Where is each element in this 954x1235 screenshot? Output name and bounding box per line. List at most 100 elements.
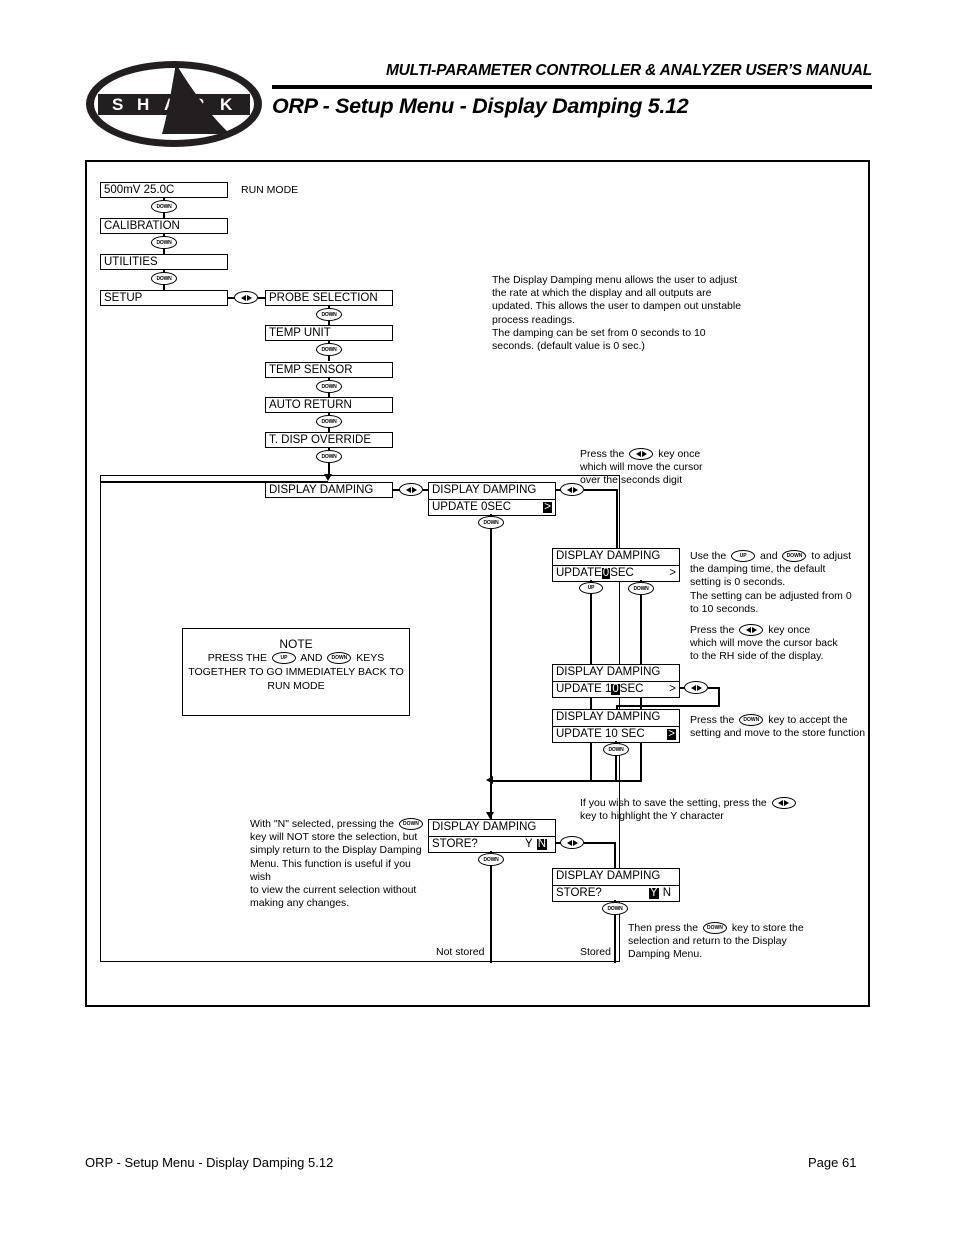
down-key-icon: DOWN <box>316 308 342 321</box>
instruction-press-down-accept: Press the DOWN key to accept the setting… <box>690 714 880 740</box>
text: Then press the <box>628 922 699 934</box>
menu-setup[interactable]: SETUP <box>100 290 228 306</box>
down-key-icon: DOWN <box>316 343 342 356</box>
down-key-icon: DOWN <box>739 714 764 727</box>
lcd-screen-6[interactable]: DISPLAY DAMPING STORE? Y N <box>552 868 680 902</box>
down-key-icon: DOWN <box>602 902 628 915</box>
lcd-line2: UPDATE 1 0 SEC > <box>553 681 679 697</box>
text: to 10 seconds. <box>690 602 759 615</box>
arrow-head <box>324 474 332 481</box>
label-not-stored: Not stored <box>436 946 485 958</box>
down-key-icon: DOWN <box>603 743 629 756</box>
text: Damping Menu. <box>628 948 703 961</box>
text: key once <box>658 448 701 460</box>
lcd-store-text: STORE? <box>432 837 478 850</box>
text: key will NOT store the selection, but <box>250 831 418 844</box>
connector <box>614 842 616 868</box>
lcd-screen-4[interactable]: DISPLAY DAMPING UPDATE 10 SEC > <box>552 709 680 743</box>
note-title: NOTE <box>279 637 313 651</box>
instruction-then-press-down: Then press the DOWN key to store the sel… <box>628 922 828 962</box>
menu-temp-sensor[interactable]: TEMP SENSOR <box>265 362 393 378</box>
lcd-title: DISPLAY DAMPING <box>556 666 661 679</box>
text: The setting can be adjusted from 0 <box>690 589 852 602</box>
lcd-unit: SEC <box>610 566 634 579</box>
text: PRESS THE <box>207 652 268 664</box>
lcd-cursor: > <box>667 727 676 741</box>
text: over the seconds digit <box>580 474 683 487</box>
lcd-cursor: > <box>669 566 676 579</box>
lcd-screen-5[interactable]: DISPLAY DAMPING STORE? Y N <box>428 819 556 853</box>
lcd-line2: STORE? Y N <box>429 836 555 852</box>
lcd-title: DISPLAY DAMPING <box>556 870 661 883</box>
note-line2: TOGETHER TO GO IMMEDIATELY BACK TO <box>188 666 404 678</box>
lcd-title: DISPLAY DAMPING <box>432 484 537 497</box>
lcd-cursor: > <box>669 682 676 695</box>
note-line3: RUN MODE <box>267 680 325 692</box>
up-key-icon: UP <box>271 652 296 665</box>
lcd-line2: STORE? Y N <box>553 885 679 901</box>
lcd-digit: 0 <box>611 682 620 696</box>
connector <box>492 780 642 782</box>
lcd-screen-3[interactable]: DISPLAY DAMPING UPDATE 1 0 SEC > <box>552 664 680 698</box>
note-line1: PRESS THE UP AND DOWN KEYS <box>183 651 409 665</box>
lcd-title: DISPLAY DAMPING <box>432 821 537 834</box>
up-key-icon: UP <box>579 582 603 594</box>
text: setting is 0 seconds. <box>690 576 786 589</box>
instruction-press-lr-1: Press the key once which will move the c… <box>580 448 810 488</box>
lcd-yes: Y <box>649 886 659 900</box>
up-key-icon: UP <box>731 550 756 563</box>
menu-display-damping[interactable]: DISPLAY DAMPING <box>265 482 393 498</box>
text: to view the current selection without <box>250 884 417 897</box>
menu-utilities[interactable]: UTILITIES <box>100 254 228 270</box>
connector <box>584 842 616 844</box>
lcd-unit: SEC <box>619 682 644 695</box>
menu-auto-return[interactable]: AUTO RETURN <box>265 397 393 413</box>
down-key-icon: DOWN <box>478 516 504 529</box>
page-title: ORP - Setup Menu - Display Damping 5.12 <box>272 94 689 118</box>
text: to the RH side of the display. <box>690 650 824 663</box>
arrow-head <box>486 776 493 784</box>
text: With "N" selected, pressing the <box>250 818 395 830</box>
text: key to accept the <box>768 714 848 726</box>
intro-description: The Display Damping menu allows the user… <box>492 274 742 353</box>
lcd-store-text: STORE? <box>556 886 602 899</box>
connector <box>718 687 720 707</box>
menu-probe-selection[interactable]: PROBE SELECTION <box>265 290 393 306</box>
text: If you wish to save the setting, press t… <box>580 797 767 809</box>
manual-title: MULTI-PARAMETER CONTROLLER & ANALYZER US… <box>385 62 872 79</box>
text: which will move the cursor back <box>690 637 838 650</box>
text: key to store the <box>731 922 804 934</box>
down-key-icon: DOWN <box>316 380 342 393</box>
text: which will move the cursor <box>580 461 703 474</box>
text: setting and move to the store function <box>690 727 866 740</box>
lcd-screen-1[interactable]: DISPLAY DAMPING UPDATE 0SEC > <box>428 482 556 516</box>
down-key-icon: DOWN <box>316 450 342 463</box>
header-rule <box>272 85 872 89</box>
text: simply return to the Display Damping <box>250 844 422 857</box>
menu-temp-unit[interactable]: TEMP UNIT <box>265 325 393 341</box>
text: Press the <box>580 448 625 460</box>
lcd-update-text: UPDATE 10 SEC <box>556 727 645 740</box>
svg-text:S: S <box>112 95 123 114</box>
lcd-title: DISPLAY DAMPING <box>556 711 661 724</box>
text: and <box>760 550 778 562</box>
text: AND <box>300 652 323 664</box>
lcd-yes: Y <box>525 837 533 850</box>
lcd-update-text: UPDATE 1 <box>556 682 612 695</box>
down-key-icon: DOWN <box>327 652 352 665</box>
connector-not-stored <box>490 875 492 963</box>
menu-calibration[interactable]: CALIBRATION <box>100 218 228 234</box>
svg-text:K: K <box>220 95 233 114</box>
menu-t-disp-override[interactable]: T. DISP OVERRIDE <box>265 432 393 448</box>
instruction-press-lr-2: Press the key once which will move the c… <box>690 624 880 664</box>
lcd-line2: UPDATE 10 SEC > <box>553 726 679 742</box>
left-right-key-icon <box>234 291 258 304</box>
left-right-key-icon <box>399 483 423 496</box>
lcd-screen-2[interactable]: DISPLAY DAMPING UPDATE 0 SEC > <box>552 548 680 582</box>
menu-run-mode[interactable]: 500mV 25.0C <box>100 182 228 198</box>
instruction-use-updown: Use the UP and DOWN to adjust the dampin… <box>690 550 870 616</box>
lcd-cursor: > <box>543 500 552 514</box>
down-key-icon: DOWN <box>151 272 177 285</box>
text: to adjust <box>811 550 852 562</box>
text: making any changes. <box>250 897 350 910</box>
